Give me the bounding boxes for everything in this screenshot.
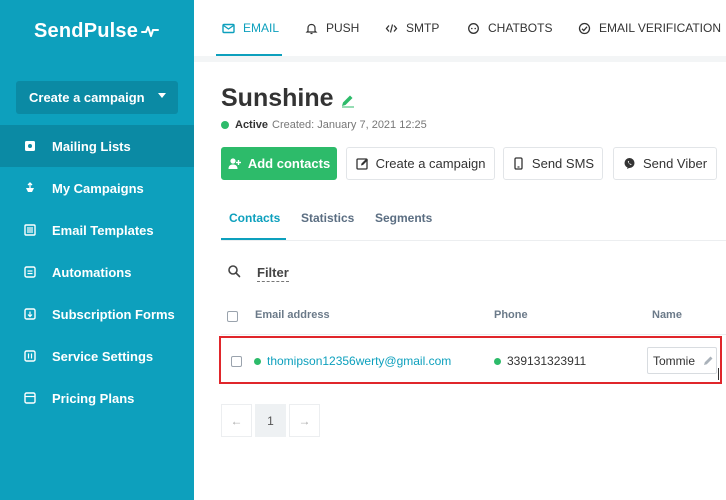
sidebar-item-mailing-lists[interactable]: Mailing Lists bbox=[0, 125, 194, 167]
sidebar-item-pricing-plans[interactable]: Pricing Plans bbox=[0, 377, 194, 419]
chat-icon bbox=[468, 22, 479, 34]
column-header-name[interactable]: Name bbox=[652, 309, 682, 321]
send-sms-label: Send SMS bbox=[531, 156, 595, 171]
sidebar-item-service-settings[interactable]: Service Settings bbox=[0, 335, 194, 377]
sidebar-item-subscription-forms[interactable]: Subscription Forms bbox=[0, 293, 194, 335]
phone-icon bbox=[514, 157, 523, 170]
sidebar-item-label: Pricing Plans bbox=[52, 390, 135, 406]
sidebar-item-label: Service Settings bbox=[52, 348, 154, 364]
filter-link[interactable]: Filter bbox=[257, 265, 289, 282]
text-cursor bbox=[718, 368, 719, 380]
contact-phone: 339131323911 bbox=[494, 354, 586, 368]
envelope-icon bbox=[222, 23, 235, 33]
sidebar-item-label: Subscription Forms bbox=[52, 306, 175, 322]
status-badge: Active bbox=[235, 119, 269, 131]
add-user-icon bbox=[228, 158, 241, 169]
tab-push[interactable]: PUSH bbox=[305, 0, 359, 56]
tab-email[interactable]: EMAIL bbox=[222, 0, 279, 56]
tab-chatbots[interactable]: CHATBOTS bbox=[467, 0, 552, 56]
tab-email-verification-label: EMAIL VERIFICATION bbox=[599, 21, 722, 35]
campaigns-icon bbox=[24, 182, 36, 194]
forms-icon bbox=[24, 308, 36, 320]
add-contacts-button[interactable]: Add contacts bbox=[221, 147, 337, 180]
sidebar-item-label: Mailing Lists bbox=[52, 138, 131, 154]
tab-chatbots-label: CHATBOTS bbox=[488, 21, 553, 35]
chevron-down-icon bbox=[158, 93, 166, 98]
pricing-icon bbox=[24, 392, 36, 404]
phone-status-dot bbox=[494, 357, 501, 365]
sidebar: SendPulse Create a campaign Mailing List… bbox=[0, 0, 194, 500]
pagination-prev-button[interactable]: ← bbox=[221, 404, 252, 437]
row-checkbox[interactable] bbox=[231, 356, 242, 367]
create-campaign-label: Create a campaign bbox=[29, 90, 145, 105]
send-viber-button[interactable]: Send Viber bbox=[613, 147, 717, 180]
sidebar-item-label: Email Templates bbox=[52, 222, 154, 238]
tab-push-label: PUSH bbox=[326, 21, 360, 35]
status-dot bbox=[221, 121, 229, 129]
contact-name-text: Tommie bbox=[653, 353, 696, 368]
sidebar-item-my-campaigns[interactable]: My Campaigns bbox=[0, 167, 194, 209]
automations-icon bbox=[24, 266, 36, 278]
pencil-icon[interactable] bbox=[340, 94, 356, 108]
tab-statistics[interactable]: Statistics bbox=[301, 211, 354, 225]
logo[interactable]: SendPulse bbox=[0, 0, 194, 62]
tab-email-label: EMAIL bbox=[243, 21, 280, 35]
created-date: Created: January 7, 2021 12:25 bbox=[272, 119, 427, 131]
sidebar-item-automations[interactable]: Automations bbox=[0, 251, 194, 293]
table-header-divider bbox=[221, 334, 726, 335]
bell-icon bbox=[305, 23, 318, 34]
email-status-dot bbox=[254, 357, 261, 365]
column-header-phone[interactable]: Phone bbox=[494, 309, 528, 321]
search-icon[interactable] bbox=[227, 264, 241, 278]
sidebar-item-label: Automations bbox=[52, 264, 132, 280]
topnav-divider bbox=[194, 56, 726, 62]
create-campaign-button[interactable]: Create a campaign bbox=[346, 147, 495, 180]
templates-icon bbox=[24, 224, 36, 236]
tab-email-verification[interactable]: EMAIL VERIFICATION bbox=[578, 0, 721, 56]
tab-smtp[interactable]: SMTP bbox=[385, 0, 439, 56]
mailing-list-icon bbox=[24, 140, 36, 152]
page-title: Sunshine bbox=[221, 84, 334, 112]
send-viber-label: Send Viber bbox=[642, 156, 708, 171]
sidebar-item-label: My Campaigns bbox=[52, 180, 144, 196]
tabs-divider bbox=[221, 240, 726, 241]
contact-email[interactable]: thomipson12356werty@gmail.com bbox=[254, 354, 451, 368]
create-campaign-dropdown[interactable]: Create a campaign bbox=[16, 81, 178, 114]
select-all-checkbox[interactable] bbox=[227, 311, 238, 322]
top-nav: EMAIL PUSH SMTP CHATBOTS EMAIL VERIFICAT… bbox=[194, 0, 726, 56]
pagination-page-1[interactable]: 1 bbox=[255, 404, 286, 437]
tab-contacts[interactable]: Contacts bbox=[229, 211, 280, 225]
create-campaign-label: Create a campaign bbox=[375, 156, 486, 171]
pulse-logo-icon bbox=[141, 26, 160, 37]
contact-email-text: thomipson12356werty@gmail.com bbox=[267, 354, 452, 368]
edit-square-icon bbox=[355, 158, 368, 170]
add-contacts-label: Add contacts bbox=[247, 156, 331, 171]
viber-icon bbox=[624, 158, 635, 169]
column-header-email[interactable]: Email address bbox=[255, 309, 330, 321]
sidebar-item-email-templates[interactable]: Email Templates bbox=[0, 209, 194, 251]
contact-phone-text: 339131323911 bbox=[507, 354, 587, 368]
send-sms-button[interactable]: Send SMS bbox=[503, 147, 603, 180]
pagination-next-button[interactable]: → bbox=[289, 404, 320, 437]
settings-icon bbox=[24, 350, 36, 362]
code-icon bbox=[385, 23, 398, 33]
pencil-icon[interactable] bbox=[703, 355, 714, 366]
tab-smtp-label: SMTP bbox=[406, 21, 440, 35]
logo-text: SendPulse bbox=[34, 19, 139, 42]
tab-segments[interactable]: Segments bbox=[375, 211, 432, 225]
check-circle-icon bbox=[578, 22, 591, 34]
sidebar-nav: Mailing Lists My Campaigns Email Templat… bbox=[0, 125, 194, 419]
status-line: Active Created: January 7, 2021 12:25 bbox=[221, 119, 427, 131]
